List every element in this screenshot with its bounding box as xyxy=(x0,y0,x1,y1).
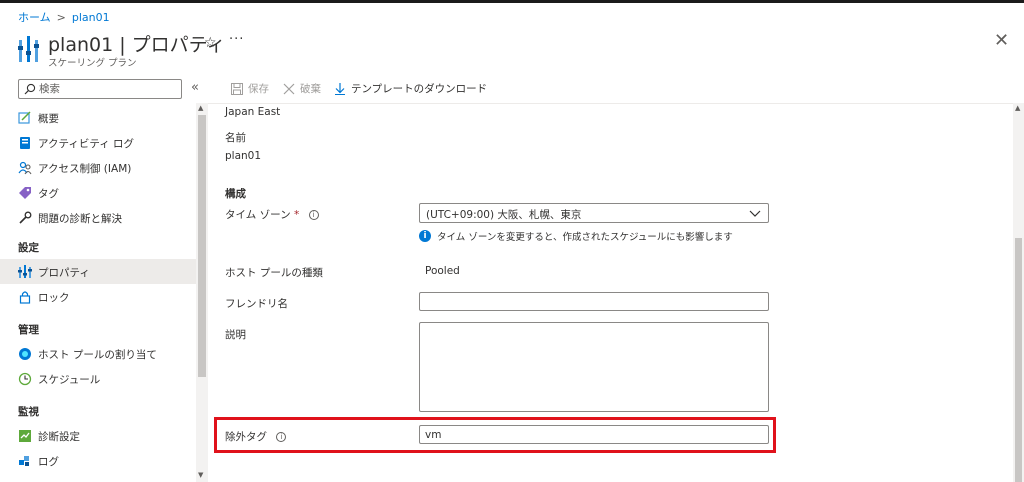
sidebar-scrollbar-thumb[interactable] xyxy=(198,115,206,377)
save-button[interactable]: 保存 xyxy=(231,81,269,96)
breadcrumb-home[interactable]: ホーム xyxy=(18,11,51,24)
clock-icon xyxy=(18,372,32,386)
diagnostic-settings-icon xyxy=(19,430,31,442)
sidebar-item-label: ログ xyxy=(38,456,59,468)
sidebar-item-diagnose[interactable]: 問題の診断と解決 xyxy=(0,205,196,230)
group-settings: 設定 xyxy=(18,242,39,254)
search-input[interactable] xyxy=(39,81,177,97)
iam-icon xyxy=(18,161,32,175)
sidebar-item-locks[interactable]: ロック xyxy=(0,284,196,309)
sidebar-item-properties[interactable]: プロパティ xyxy=(0,259,196,284)
sidebar-scrollbar[interactable]: ▲ ▼ xyxy=(196,103,208,482)
sidebar-item-activity-log[interactable]: アクティビティ ログ xyxy=(0,130,196,155)
top-border xyxy=(0,0,1024,3)
section-configuration: 構成 xyxy=(225,188,246,200)
sidebar-item-label: スケジュール xyxy=(38,374,101,386)
scaling-plan-icon xyxy=(18,36,39,62)
info-circle-icon: i xyxy=(419,230,431,242)
sidebar-item-label: 概要 xyxy=(38,113,59,125)
sidebar-item-schedules[interactable]: スケジュール xyxy=(0,366,196,391)
sidebar-item-label: アクセス制御 (IAM) xyxy=(38,163,132,175)
description-field[interactable] xyxy=(419,322,769,412)
search-icon xyxy=(24,83,36,95)
toolbar-divider xyxy=(208,103,1020,104)
lock-icon xyxy=(19,291,31,304)
save-label: 保存 xyxy=(248,83,269,95)
download-icon xyxy=(335,82,345,95)
timezone-hint-text: タイム ゾーンを変更すると、作成されたスケジュールにも影響します xyxy=(437,232,733,243)
sidebar-item-tags[interactable]: タグ xyxy=(0,180,196,205)
hostpool-type-value: Pooled xyxy=(425,265,460,277)
content-scrollbar-thumb[interactable] xyxy=(1015,238,1022,482)
timezone-label: タイム ゾーン * i xyxy=(225,207,319,222)
logs-icon xyxy=(19,456,29,466)
overview-icon xyxy=(18,111,31,124)
page-title: plan01 | プロパティ xyxy=(48,34,226,56)
favorite-star-icon[interactable]: ☆ xyxy=(204,35,217,51)
highlight-box xyxy=(214,417,776,453)
download-template-label: テンプレートのダウンロード xyxy=(351,83,488,95)
sidebar-item-overview[interactable]: 概要 xyxy=(0,105,196,130)
scroll-up-arrow-icon[interactable]: ▲ xyxy=(198,104,203,112)
discard-label: 破棄 xyxy=(300,83,321,95)
close-icon[interactable]: ✕ xyxy=(994,32,1009,50)
sidebar-item-label: 問題の診断と解決 xyxy=(38,213,122,225)
search-box[interactable] xyxy=(18,79,182,99)
sidebar-item-label: 診断設定 xyxy=(38,431,80,443)
hostpool-type-label: ホスト プールの種類 xyxy=(225,267,323,279)
discard-button[interactable]: 破棄 xyxy=(283,81,321,96)
timezone-selected-value: (UTC+09:00) 大阪、札幌、東京 xyxy=(426,209,582,221)
sidebar-item-label: プロパティ xyxy=(38,267,90,279)
friendly-name-input[interactable] xyxy=(425,295,761,309)
timezone-label-text: タイム ゾーン xyxy=(225,209,291,221)
sidebar-item-diagnostic-settings[interactable]: 診断設定 xyxy=(0,423,196,448)
page-subtitle: スケーリング プラン xyxy=(48,58,137,69)
content-scroll-up-arrow-icon[interactable]: ▲ xyxy=(1015,104,1020,112)
breadcrumb-current[interactable]: plan01 xyxy=(72,11,110,24)
download-template-button[interactable]: テンプレートのダウンロード xyxy=(334,81,487,96)
tag-icon xyxy=(19,187,31,199)
chevron-down-icon xyxy=(749,210,761,217)
sidebar-item-label: アクティビティ ログ xyxy=(38,138,135,150)
breadcrumb-separator: > xyxy=(56,11,66,24)
collapse-sidebar-icon[interactable]: « xyxy=(191,80,199,95)
timezone-info-icon[interactable]: i xyxy=(308,210,319,220)
friendly-name-field[interactable] xyxy=(419,292,769,311)
sidebar-item-logs[interactable]: ログ xyxy=(0,448,196,473)
name-label: 名前 xyxy=(225,132,246,144)
timezone-dropdown[interactable]: (UTC+09:00) 大阪、札幌、東京 xyxy=(419,203,769,223)
sidebar-item-label: タグ xyxy=(38,188,59,200)
location-value: Japan East xyxy=(225,106,281,118)
sidebar-item-label: ホスト プールの割り当て xyxy=(38,349,157,361)
group-monitoring: 監視 xyxy=(18,406,39,418)
sidebar: 概要 アクティビティ ログ アクセス制御 (IAM) タグ 問題の診断と解決 設… xyxy=(0,103,196,482)
breadcrumb: ホーム > plan01 xyxy=(18,9,110,25)
more-options-icon[interactable]: ··· xyxy=(229,32,244,47)
sidebar-item-iam[interactable]: アクセス制御 (IAM) xyxy=(0,155,196,180)
required-mark: * xyxy=(293,209,300,221)
host-pool-icon xyxy=(19,348,31,360)
sidebar-item-host-pool-assignment[interactable]: ホスト プールの割り当て xyxy=(0,341,196,366)
save-icon xyxy=(231,82,243,95)
scroll-down-arrow-icon[interactable]: ▼ xyxy=(198,471,203,479)
properties-icon xyxy=(18,265,32,278)
name-value: plan01 xyxy=(225,150,262,162)
description-textarea[interactable] xyxy=(425,325,761,409)
timezone-hint: i タイム ゾーンを変更すると、作成されたスケジュールにも影響します xyxy=(419,229,733,243)
discard-x-icon xyxy=(283,83,295,94)
content-scrollbar[interactable]: ▲ xyxy=(1013,103,1024,482)
group-manage: 管理 xyxy=(18,324,39,336)
friendly-name-label: フレンドリ名 xyxy=(225,298,288,310)
wrench-icon xyxy=(19,211,32,224)
sidebar-item-label: ロック xyxy=(38,292,70,304)
activity-log-icon xyxy=(20,137,30,149)
description-label: 説明 xyxy=(225,329,246,341)
